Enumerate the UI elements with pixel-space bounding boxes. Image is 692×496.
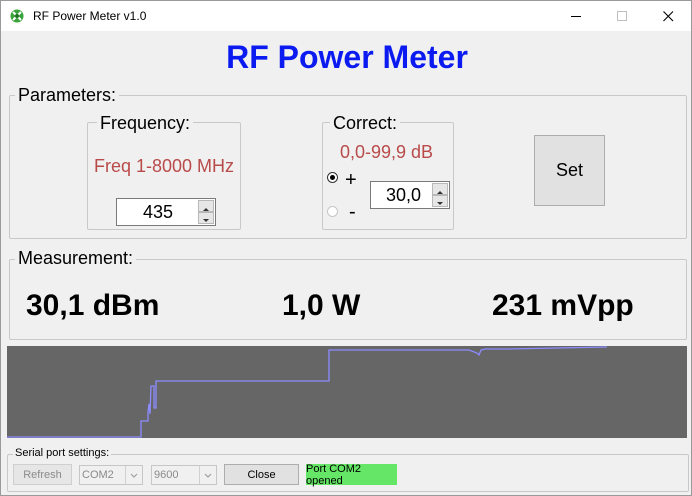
correct-value[interactable]: 30,0 bbox=[371, 185, 421, 206]
correct-range-text: 0,0-99,9 dB bbox=[340, 142, 434, 162]
close-window-button[interactable] bbox=[645, 1, 691, 31]
chevron-down-icon bbox=[204, 473, 212, 478]
minimize-button[interactable] bbox=[553, 1, 599, 31]
frequency-down-button[interactable] bbox=[198, 212, 214, 224]
correct-spinbox[interactable]: 30,0 bbox=[370, 181, 450, 209]
minus-radio-label: - bbox=[349, 201, 356, 223]
power-history-plot bbox=[7, 346, 687, 438]
page-title: RF Power Meter bbox=[226, 39, 468, 75]
spin-down-icon bbox=[437, 202, 443, 205]
plus-radio-label: + bbox=[345, 169, 357, 191]
close-icon bbox=[663, 11, 674, 22]
serial-settings-label: Serial port settings: bbox=[13, 447, 112, 459]
title-bar[interactable]: RF Power Meter v1.0 bbox=[1, 1, 691, 31]
maximize-icon bbox=[617, 11, 627, 21]
power-trace bbox=[7, 346, 608, 438]
close-port-button[interactable]: Close bbox=[224, 464, 299, 485]
frequency-value[interactable]: 435 bbox=[117, 202, 173, 223]
frequency-up-button[interactable] bbox=[198, 200, 214, 212]
frequency-spin-buttons bbox=[198, 200, 214, 224]
set-button[interactable]: Set bbox=[534, 135, 605, 206]
measurement-label: Measurement: bbox=[15, 248, 137, 268]
watts-readout: 1,0 W bbox=[282, 289, 361, 322]
correct-down-button[interactable] bbox=[432, 195, 448, 207]
rf-meter-app-icon bbox=[10, 9, 24, 23]
port-status-badge: Port COM2 opened bbox=[306, 463, 397, 487]
correct-group bbox=[322, 122, 454, 230]
app-window: RF Power Meter v1.0 RF Power Meter Param… bbox=[0, 0, 692, 496]
correct-spin-buttons bbox=[432, 183, 448, 207]
refresh-button[interactable]: Refresh bbox=[13, 464, 72, 485]
port-dropdown-arrow bbox=[125, 466, 142, 484]
mvpp-readout: 231 mVpp bbox=[492, 289, 634, 322]
port-select-value: COM2 bbox=[82, 469, 114, 481]
minimize-icon bbox=[571, 16, 581, 17]
plus-radio[interactable] bbox=[327, 172, 338, 183]
port-select[interactable]: COM2 bbox=[79, 465, 143, 485]
frequency-label: Frequency: bbox=[97, 113, 194, 133]
chevron-down-icon bbox=[130, 473, 138, 478]
frequency-range-text: Freq 1-8000 MHz bbox=[94, 156, 235, 176]
power-trace-line bbox=[7, 346, 608, 438]
dbm-readout: 30,1 dBm bbox=[26, 289, 160, 322]
window-title: RF Power Meter v1.0 bbox=[33, 9, 147, 23]
baud-dropdown-arrow bbox=[199, 466, 216, 484]
baud-select-value: 9600 bbox=[154, 469, 179, 481]
correct-label: Correct: bbox=[330, 113, 401, 133]
maximize-button[interactable] bbox=[599, 1, 645, 31]
baud-select[interactable]: 9600 bbox=[151, 465, 217, 485]
spin-down-icon bbox=[203, 219, 209, 222]
correct-up-button[interactable] bbox=[432, 183, 448, 195]
minus-radio[interactable] bbox=[327, 206, 338, 217]
parameters-label: Parameters: bbox=[15, 85, 120, 105]
frequency-spinbox[interactable]: 435 bbox=[116, 198, 216, 226]
